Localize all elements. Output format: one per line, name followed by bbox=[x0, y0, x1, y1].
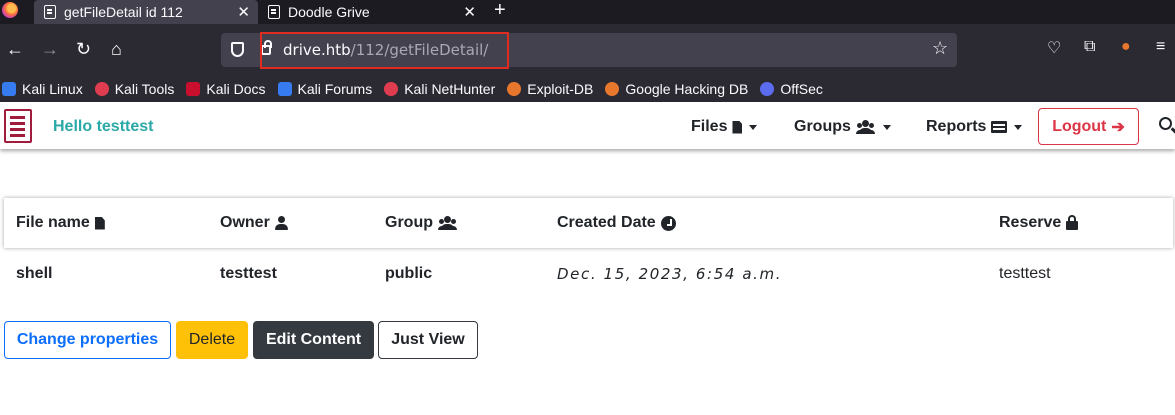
cell-group: public bbox=[385, 265, 433, 282]
file-icon bbox=[732, 120, 743, 134]
menu-icon[interactable]: ≡ bbox=[1156, 38, 1165, 56]
back-arrow-icon[interactable]: ← bbox=[6, 38, 24, 60]
column-owner: Owner bbox=[220, 214, 288, 232]
bookmark-kali-nethunter[interactable]: Kali NetHunter bbox=[384, 81, 495, 97]
edit-content-button[interactable]: Edit Content bbox=[253, 321, 374, 359]
clock-icon bbox=[660, 215, 676, 231]
kali-forums-icon bbox=[277, 82, 292, 96]
bookmark-kali-forums[interactable]: Kali Forums bbox=[277, 81, 372, 97]
bookmarks-bar: Kali Linux Kali Tools Kali Docs Kali For… bbox=[0, 76, 1175, 102]
web-page: Hello testtest Files Groups Reports Logo… bbox=[0, 102, 1175, 415]
document-icon bbox=[44, 5, 56, 19]
user-icon bbox=[274, 216, 288, 230]
shield-icon[interactable] bbox=[231, 42, 244, 57]
lock-icon bbox=[1066, 215, 1079, 230]
file-icon bbox=[94, 216, 105, 230]
cell-created-date: Dec. 15, 2023, 6:54 a.m. bbox=[557, 265, 783, 283]
table-row: shell testtest public Dec. 15, 2023, 6:5… bbox=[0, 248, 1175, 298]
firefox-logo-icon bbox=[2, 2, 18, 18]
offsec-icon bbox=[760, 82, 775, 96]
cell-file-name: shell bbox=[16, 265, 53, 282]
just-view-button[interactable]: Just View bbox=[378, 321, 478, 359]
bookmark-star-icon[interactable]: ☆ bbox=[932, 38, 948, 59]
bookmark-offsec[interactable]: OffSec bbox=[760, 81, 823, 97]
change-properties-button[interactable]: Change properties bbox=[4, 321, 171, 359]
list-icon bbox=[991, 121, 1008, 133]
close-tab-icon[interactable]: ✕ bbox=[237, 3, 250, 21]
tab-title: getFileDetail id 112 bbox=[64, 4, 183, 20]
browser-tab-bar: getFileDetail id 112 ✕ Doodle Grive ✕ + bbox=[0, 0, 1175, 24]
caret-down-icon bbox=[1014, 124, 1023, 130]
column-file-name: File name bbox=[16, 214, 105, 232]
tab-title: Doodle Grive bbox=[288, 4, 370, 20]
kali-nethunter-icon bbox=[384, 82, 399, 96]
column-reserve: Reserve bbox=[999, 214, 1079, 232]
sign-out-icon: ➔ bbox=[1111, 118, 1125, 136]
caret-down-icon bbox=[882, 124, 891, 130]
search-icon[interactable] bbox=[1159, 117, 1172, 130]
files-dropdown[interactable]: Files bbox=[691, 118, 758, 136]
tab-getfiledetail[interactable]: getFileDetail id 112 ✕ bbox=[34, 0, 258, 24]
forward-arrow-icon[interactable]: → bbox=[41, 38, 59, 60]
column-group: Group bbox=[385, 214, 458, 232]
bookmark-kali-tools[interactable]: Kali Tools bbox=[94, 81, 174, 97]
greeting[interactable]: Hello testtest bbox=[53, 118, 153, 136]
kali-tools-icon bbox=[94, 82, 109, 96]
ghdb-icon bbox=[605, 82, 620, 96]
kali-docs-icon bbox=[186, 82, 201, 96]
table-header: File name Owner Group Created Date Reser… bbox=[4, 198, 1173, 248]
cell-owner: testtest bbox=[220, 265, 277, 282]
column-created-date: Created Date bbox=[557, 214, 676, 232]
tab-doodle-grive[interactable]: Doodle Grive ✕ bbox=[260, 0, 484, 24]
groups-dropdown[interactable]: Groups bbox=[794, 118, 891, 136]
caret-down-icon bbox=[749, 124, 758, 130]
bookmark-kali-linux[interactable]: Kali Linux bbox=[2, 81, 83, 97]
url-highlight-box bbox=[260, 32, 509, 69]
close-tab-icon[interactable]: ✕ bbox=[463, 3, 476, 21]
cell-reserve: testtest bbox=[999, 265, 1051, 282]
bookmark-exploit-db[interactable]: Exploit-DB bbox=[507, 81, 593, 97]
extensions-icon[interactable]: ⧉ bbox=[1084, 38, 1095, 56]
document-icon bbox=[268, 5, 280, 19]
profile-icon[interactable]: ● bbox=[1121, 38, 1131, 56]
exploit-db-icon bbox=[507, 82, 522, 96]
users-icon bbox=[856, 120, 876, 134]
site-header: Hello testtest Files Groups Reports Logo… bbox=[0, 102, 1175, 149]
logout-button[interactable]: Logout ➔ bbox=[1038, 108, 1139, 145]
home-icon[interactable]: ⌂ bbox=[111, 38, 122, 60]
reports-dropdown[interactable]: Reports bbox=[926, 118, 1023, 136]
browser-nav-bar: ← → ↻ ⌂ drive.htb/112/getFileDetail/ ☆ ♡… bbox=[0, 24, 1175, 76]
bookmark-google-hacking-db[interactable]: Google Hacking DB bbox=[605, 81, 748, 97]
document-logo-icon[interactable] bbox=[4, 109, 32, 143]
users-icon bbox=[438, 216, 458, 230]
kali-icon bbox=[2, 82, 16, 96]
new-tab-icon[interactable]: + bbox=[494, 0, 506, 22]
pocket-icon[interactable]: ♡ bbox=[1047, 38, 1061, 58]
bookmark-kali-docs[interactable]: Kali Docs bbox=[186, 81, 266, 97]
reload-icon[interactable]: ↻ bbox=[76, 38, 91, 60]
delete-button[interactable]: Delete bbox=[176, 321, 248, 359]
